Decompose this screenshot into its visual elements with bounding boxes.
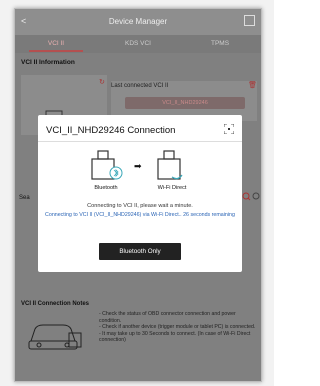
bluetooth-only-button[interactable]: Bluetooth Only: [99, 243, 181, 260]
bluetooth-label: Bluetooth: [94, 185, 118, 191]
connection-detail: Connecting to VCI II (VCI_II_NHD29246) v…: [45, 212, 235, 218]
svg-text:↻: ↻: [99, 79, 105, 86]
dialog-title: VCI_II_NHD29246 Connection: [46, 125, 176, 136]
tab-bar: VCI II KDS VCI TPMS: [15, 35, 261, 53]
screen-background: < Device Manager VCI II KDS VCI TPMS VCI…: [0, 0, 274, 386]
vci-info-title: VCI II Information: [21, 59, 75, 66]
trash-icon[interactable]: 🗑: [248, 81, 257, 89]
note-line-3: - It may take up to 30 Seconds to connec…: [99, 330, 251, 344]
last-connected-device[interactable]: VCI_II_NHD29246: [125, 97, 245, 109]
scan-icon[interactable]: [244, 15, 255, 26]
last-connected-label: Last connected VCI II: [111, 83, 169, 89]
tab-tpms[interactable]: TPMS: [179, 35, 261, 53]
bluetooth-device-icon: [91, 150, 123, 180]
search-label: Sea: [19, 195, 30, 201]
note-line-1: - Check the status of OBD connector conn…: [99, 311, 236, 324]
notes-text: - Check the status of OBD connector conn…: [99, 311, 257, 344]
tab-vci-ii[interactable]: VCI II: [15, 35, 97, 53]
top-bar: < Device Manager: [15, 9, 261, 35]
note-line-2: - Check if another device (trigger modul…: [99, 324, 256, 331]
notes-title: VCI II Connection Notes: [21, 301, 90, 307]
scan-icon[interactable]: [224, 124, 234, 134]
status-message: Connecting to VCI II, please wait a minu…: [87, 203, 193, 209]
dialog-divider: [38, 141, 242, 142]
tab-kds-vci[interactable]: KDS VCI: [97, 35, 179, 53]
search-icon[interactable]: [241, 191, 261, 201]
arrow-right-icon: ➡: [134, 161, 142, 171]
wifi-device-icon: [157, 150, 183, 180]
wifi-direct-label: Wi-Fi Direct: [157, 185, 187, 191]
car-obd-icon: [28, 324, 82, 350]
page-title: Device Manager: [108, 17, 168, 26]
connection-dialog: VCI_II_NHD29246 Connection Bluetooth ➡ W…: [38, 115, 242, 272]
